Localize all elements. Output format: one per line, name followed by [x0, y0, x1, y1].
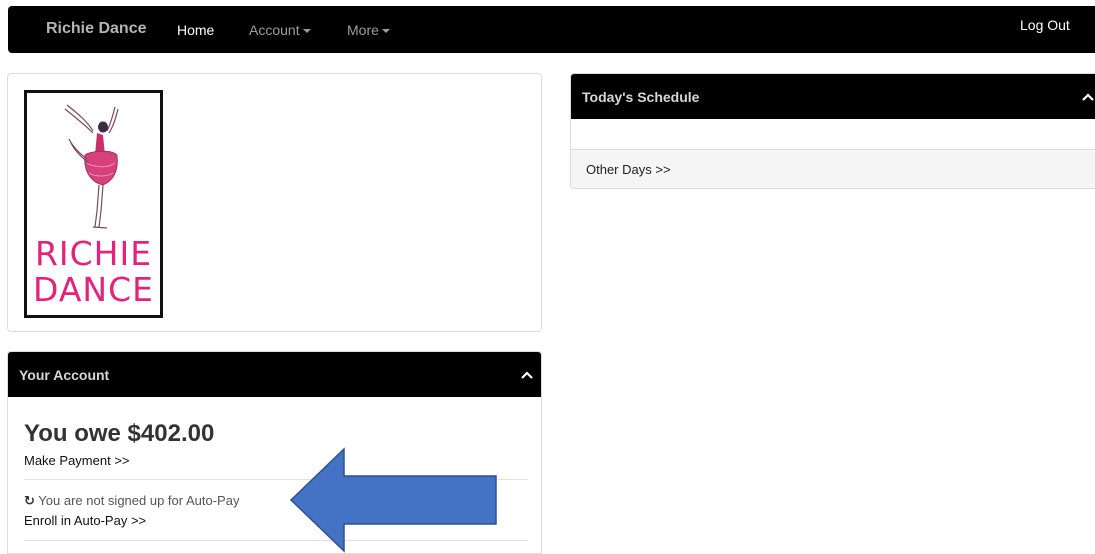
- schedule-panel-footer: Other Days >>: [571, 149, 1095, 188]
- make-payment-link[interactable]: Make Payment >>: [24, 453, 130, 468]
- logo-text-line1: RICHIE: [34, 234, 153, 273]
- logo-panel: RICHIE DANCE: [7, 73, 542, 332]
- schedule-panel-title: Today's Schedule: [582, 89, 700, 105]
- schedule-panel-header[interactable]: Today's Schedule: [571, 74, 1095, 119]
- account-panel-title: Your Account: [19, 367, 110, 383]
- blue-arrow-annotation: [290, 447, 497, 553]
- chevron-up-icon[interactable]: [1081, 90, 1095, 104]
- amount-owed: You owe $402.00: [24, 420, 215, 447]
- dancer-illustration: [64, 104, 119, 229]
- chevron-up-icon[interactable]: [520, 368, 534, 382]
- brand-link[interactable]: Richie Dance: [46, 20, 146, 38]
- autopay-status: ↻ You are not signed up for Auto-Pay: [24, 493, 239, 509]
- logout-link[interactable]: Log Out: [1020, 17, 1070, 33]
- caret-down-icon: [302, 29, 311, 34]
- nav-account-label: Account: [249, 22, 300, 38]
- account-panel-header[interactable]: Your Account: [8, 352, 541, 397]
- autopay-status-text: You are not signed up for Auto-Pay: [38, 493, 240, 508]
- refresh-icon: ↻: [24, 493, 35, 508]
- other-days-link[interactable]: Other Days >>: [586, 162, 671, 177]
- nav-more-dropdown[interactable]: More: [347, 22, 390, 38]
- enroll-autopay-link[interactable]: Enroll in Auto-Pay >>: [24, 513, 146, 528]
- nav-account-dropdown[interactable]: Account: [249, 22, 311, 38]
- top-navbar: Richie Dance Home Account More Log Out: [8, 6, 1095, 53]
- nav-home[interactable]: Home: [177, 22, 214, 38]
- richie-dance-logo: RICHIE DANCE: [24, 90, 163, 318]
- caret-down-icon: [381, 29, 390, 34]
- nav-more-label: More: [347, 22, 379, 38]
- logo-text-line2: DANCE: [33, 270, 154, 309]
- todays-schedule-panel: Today's Schedule Other Days >>: [570, 73, 1095, 189]
